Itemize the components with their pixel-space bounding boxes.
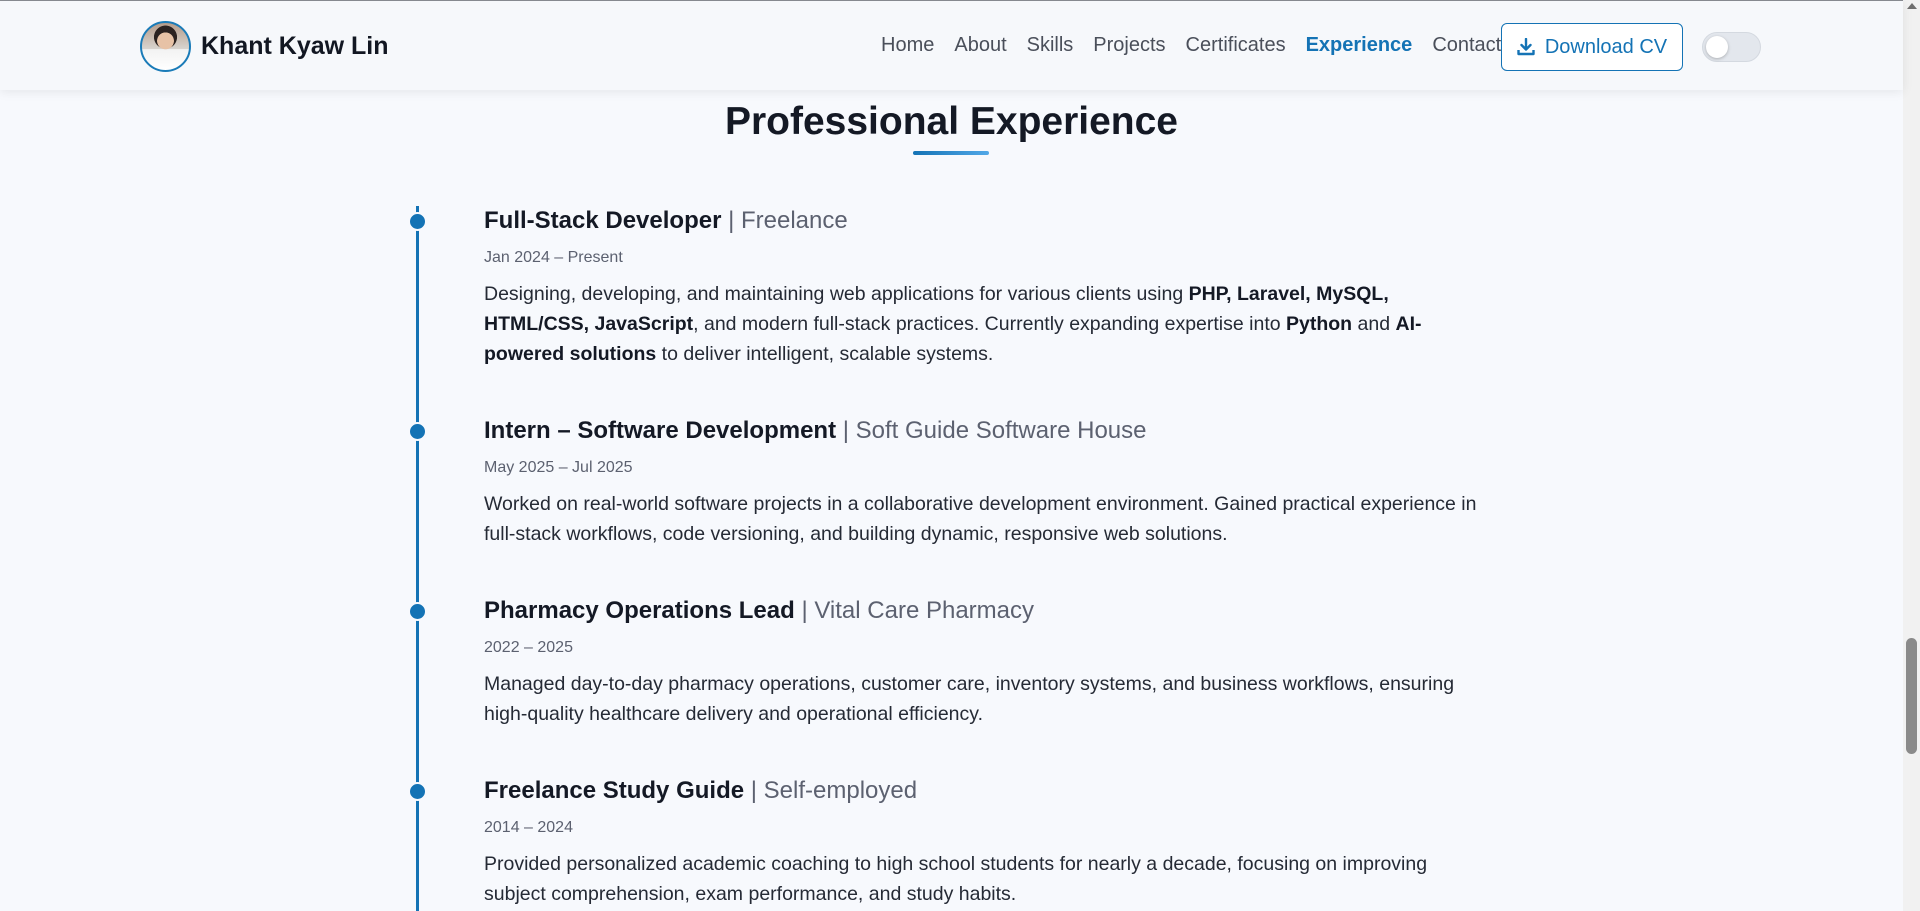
separator: | <box>721 207 741 234</box>
experience-dates: 2022 – 2025 <box>484 639 573 656</box>
scroll-thumb[interactable] <box>1906 638 1917 754</box>
description-text: and <box>1352 313 1396 335</box>
experience-description: Provided personalized academic coaching … <box>484 849 1494 909</box>
timeline-dot <box>408 782 427 801</box>
experience-item: Freelance Study Guide | Self-employed 201… <box>484 776 1494 909</box>
toggle-knob <box>1706 36 1728 58</box>
description-text: Worked on real-world software projects i… <box>484 493 1477 545</box>
description-text: , and modern full-stack practices. Curre… <box>693 313 1287 335</box>
scrollbar[interactable] <box>1903 0 1920 911</box>
experience-item: Full-Stack Developer | Freelance Jan 2024… <box>484 206 1494 369</box>
timeline-dot <box>408 212 427 231</box>
highlight-text: Python <box>1286 313 1353 335</box>
timeline-dot <box>408 602 427 621</box>
experience-organization: Freelance <box>741 207 848 234</box>
scroll-up-arrow-icon[interactable] <box>1907 3 1917 9</box>
experience-heading: Full-Stack Developer | Freelance <box>484 206 1494 236</box>
download-cv-label: Download CV <box>1544 35 1668 58</box>
nav-about[interactable]: About <box>954 34 1006 57</box>
description-text: Provided personalized academic coaching … <box>484 853 1428 905</box>
nav-experience[interactable]: Experience <box>1306 34 1413 57</box>
experience-item: Pharmacy Operations Lead | Vital Care Ph… <box>484 596 1494 729</box>
experience-dates: May 2025 – Jul 2025 <box>484 459 633 476</box>
experience-heading: Pharmacy Operations Lead | Vital Care Ph… <box>484 596 1494 626</box>
experience-role: Freelance Study Guide <box>484 777 745 804</box>
experience-organization: Soft Guide Software House <box>855 417 1147 444</box>
nav-certificates[interactable]: Certificates <box>1186 34 1286 57</box>
navbar: Khant Kyaw Lin Home About Skills Project… <box>0 1 1903 90</box>
download-icon <box>1517 38 1535 56</box>
timeline-line <box>416 206 419 911</box>
avatar <box>140 21 191 72</box>
separator: | <box>744 777 764 804</box>
main-nav: Home About Skills Projects Certificates … <box>881 34 1521 57</box>
separator: | <box>836 417 856 444</box>
nav-home[interactable]: Home <box>881 34 934 57</box>
download-cv-button[interactable]: Download CV <box>1501 23 1683 71</box>
brand[interactable]: Khant Kyaw Lin <box>140 21 389 72</box>
description-text: to deliver intelligent, scalable systems… <box>656 343 994 365</box>
experience-dates: 2014 – 2024 <box>484 819 573 836</box>
nav-projects[interactable]: Projects <box>1093 34 1165 57</box>
experience-dates: Jan 2024 – Present <box>484 249 623 266</box>
separator: | <box>794 597 815 624</box>
brand-name: Khant Kyaw Lin <box>201 32 389 60</box>
experience-item: Intern – Software Development | Soft Gui… <box>484 416 1494 549</box>
experience-organization: Self-employed <box>763 777 918 804</box>
timeline-dot <box>408 422 427 441</box>
experience-heading: Intern – Software Development | Soft Gui… <box>484 416 1494 446</box>
experience-description: Managed day-to-day pharmacy operations, … <box>484 669 1494 729</box>
section-title: Professional Experience <box>724 100 1179 143</box>
experience-description: Designing, developing, and maintaining w… <box>484 279 1494 369</box>
description-text: Managed day-to-day pharmacy operations, … <box>484 673 1455 725</box>
nav-contact[interactable]: Contact <box>1432 34 1501 57</box>
experience-organization: Vital Care Pharmacy <box>814 597 1035 624</box>
theme-toggle[interactable] <box>1702 32 1761 62</box>
experience-role: Pharmacy Operations Lead <box>484 597 795 624</box>
experience-role: Full-Stack Developer <box>484 207 722 234</box>
description-text: Designing, developing, and maintaining w… <box>484 283 1189 305</box>
experience-heading: Freelance Study Guide | Self-employed <box>484 776 1494 806</box>
nav-skills[interactable]: Skills <box>1027 34 1074 57</box>
experience-role: Intern – Software Development <box>484 417 837 444</box>
experience-description: Worked on real-world software projects i… <box>484 489 1494 549</box>
title-underline <box>913 151 989 155</box>
